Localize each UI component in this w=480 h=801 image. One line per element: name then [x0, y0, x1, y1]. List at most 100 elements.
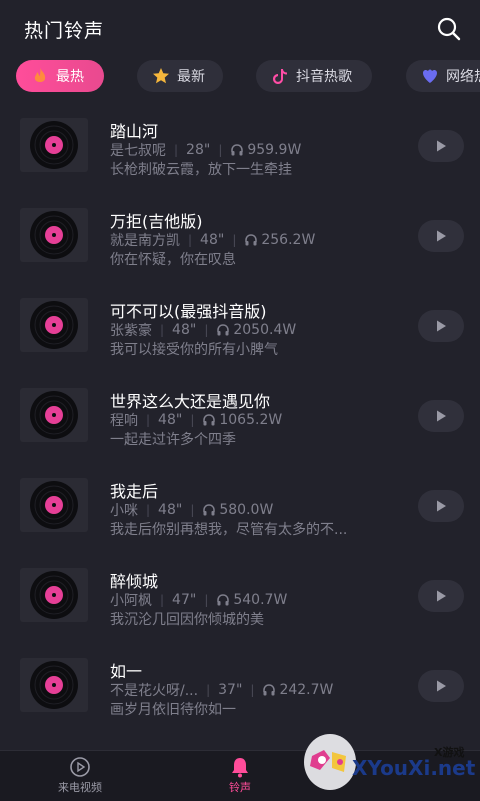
artist-name: 程响: [110, 413, 138, 429]
site-watermark: X游戏 XYouXi.net: [300, 718, 480, 800]
headphones-icon: [217, 594, 230, 606]
page-title: 热门铃声: [24, 20, 105, 42]
song-meta: 程响 | 48" | 1065.2W: [110, 410, 282, 430]
play-count: 959.9W: [247, 142, 302, 158]
video-play-icon: [70, 757, 90, 777]
play-icon: [437, 500, 446, 512]
duration: 48": [172, 322, 197, 338]
play-button[interactable]: [418, 310, 464, 342]
list-item[interactable]: 可不可以(最强抖音版) 张紫豪 | 48" | 2050.4W 我可以接受你的所有小…: [0, 292, 480, 382]
play-icon: [437, 140, 446, 152]
song-title: 如一: [110, 662, 143, 681]
category-tabs: 最热 最新 抖音热歌 网络热: [0, 60, 480, 96]
duration: 48": [158, 412, 183, 428]
play-button[interactable]: [418, 580, 464, 612]
watermark-brand: XYouXi.net: [352, 756, 476, 780]
headphones-icon: [203, 414, 216, 426]
tab-network-hits[interactable]: 网络热: [406, 60, 480, 92]
artist-name: 小咪: [110, 503, 138, 519]
tab-hottest[interactable]: 最热: [16, 60, 104, 92]
list-item[interactable]: 世界这么大还是遇见你 程响 | 48" | 1065.2W 一起走过许多个四季: [0, 382, 480, 472]
artist-name: 小阿枫: [110, 593, 152, 609]
song-title: 我走后: [110, 482, 159, 501]
artist-name: 张紫豪: [110, 323, 152, 339]
divider: |: [146, 503, 151, 517]
headphones-icon: [245, 234, 258, 246]
song-lyric: 我沉沦几回因你倾城的美: [110, 612, 264, 628]
divider: |: [174, 143, 179, 157]
list-item[interactable]: 我走后 小咪 | 48" | 580.0W 我走后你别再想我，尽管有太多的不...: [0, 472, 480, 562]
song-lyric: 我可以接受你的所有小脾气: [110, 342, 278, 358]
play-button[interactable]: [418, 400, 464, 432]
song-title: 可不可以(最强抖音版): [110, 302, 267, 321]
divider: |: [204, 323, 209, 337]
vinyl-record-icon: [30, 301, 78, 349]
divider: |: [160, 323, 165, 337]
play-count: 1065.2W: [219, 412, 283, 428]
album-cover: [20, 388, 88, 442]
duration: 28": [186, 142, 211, 158]
vinyl-record-icon: [30, 571, 78, 619]
star-icon: [151, 66, 171, 86]
artist-name: 不是花火呀/...: [110, 683, 199, 699]
song-lyric: 一起走过许多个四季: [110, 432, 236, 448]
play-count: 256.2W: [261, 232, 316, 248]
nav-item-ringtone[interactable]: 铃声: [200, 755, 280, 795]
song-lyric: 画岁月依旧待你如一: [110, 702, 236, 718]
play-count: 580.0W: [219, 502, 274, 518]
song-meta: 小咪 | 48" | 580.0W: [110, 500, 273, 520]
tab-newest[interactable]: 最新: [137, 60, 223, 92]
play-icon: [437, 230, 446, 242]
play-icon: [437, 320, 446, 332]
play-count: 242.7W: [279, 682, 334, 698]
play-icon: [437, 590, 446, 602]
tab-label: 最新: [177, 69, 205, 85]
divider: |: [190, 503, 195, 517]
song-title: 世界这么大还是遇见你: [110, 392, 271, 411]
play-button[interactable]: [418, 220, 464, 252]
headphones-icon: [231, 144, 244, 156]
vinyl-record-icon: [30, 211, 78, 259]
tab-label: 网络热: [446, 69, 480, 85]
play-button[interactable]: [418, 490, 464, 522]
tiktok-icon: [270, 66, 290, 86]
play-count: 2050.4W: [233, 322, 297, 338]
song-meta: 小阿枫 | 47" | 540.7W: [110, 590, 287, 610]
divider: |: [250, 683, 255, 697]
headphones-icon: [203, 504, 216, 516]
song-meta: 就是南方凯 | 48" | 256.2W: [110, 230, 315, 250]
album-cover: [20, 208, 88, 262]
nav-label: 来电视频: [58, 781, 102, 794]
list-item[interactable]: 踏山河 是七叔呢 | 28" | 959.9W 长枪刺破云霞，放下一生牵挂: [0, 112, 480, 202]
tab-label: 最热: [56, 69, 84, 85]
play-button[interactable]: [418, 670, 464, 702]
nav-label: 铃声: [229, 781, 251, 794]
duration: 47": [172, 592, 197, 608]
play-button[interactable]: [418, 130, 464, 162]
vinyl-record-icon: [30, 391, 78, 439]
headphones-icon: [217, 324, 230, 336]
album-cover: [20, 118, 88, 172]
divider: |: [146, 413, 151, 427]
search-button[interactable]: [434, 14, 464, 44]
album-cover: [20, 298, 88, 352]
vinyl-record-icon: [30, 481, 78, 529]
song-title: 踏山河: [110, 122, 159, 141]
song-title: 醉倾城: [110, 572, 159, 591]
list-item[interactable]: 醉倾城 小阿枫 | 47" | 540.7W 我沉沦几回因你倾城的美: [0, 562, 480, 652]
vinyl-record-icon: [30, 661, 78, 709]
divider: |: [232, 233, 237, 247]
divider: |: [190, 413, 195, 427]
divider: |: [206, 683, 211, 697]
duration: 37": [218, 682, 243, 698]
tab-label: 抖音热歌: [296, 69, 352, 85]
fire-icon: [30, 66, 50, 86]
divider: |: [160, 593, 165, 607]
list-item[interactable]: 万拒(吉他版) 就是南方凯 | 48" | 256.2W 你在怀疑，你在叹息: [0, 202, 480, 292]
bell-icon: [232, 758, 248, 778]
nav-item-video[interactable]: 来电视频: [40, 755, 120, 795]
tab-douyin-hits[interactable]: 抖音热歌: [256, 60, 372, 92]
search-icon: [437, 17, 461, 41]
artist-name: 就是南方凯: [110, 233, 180, 249]
song-meta: 张紫豪 | 48" | 2050.4W: [110, 320, 296, 340]
